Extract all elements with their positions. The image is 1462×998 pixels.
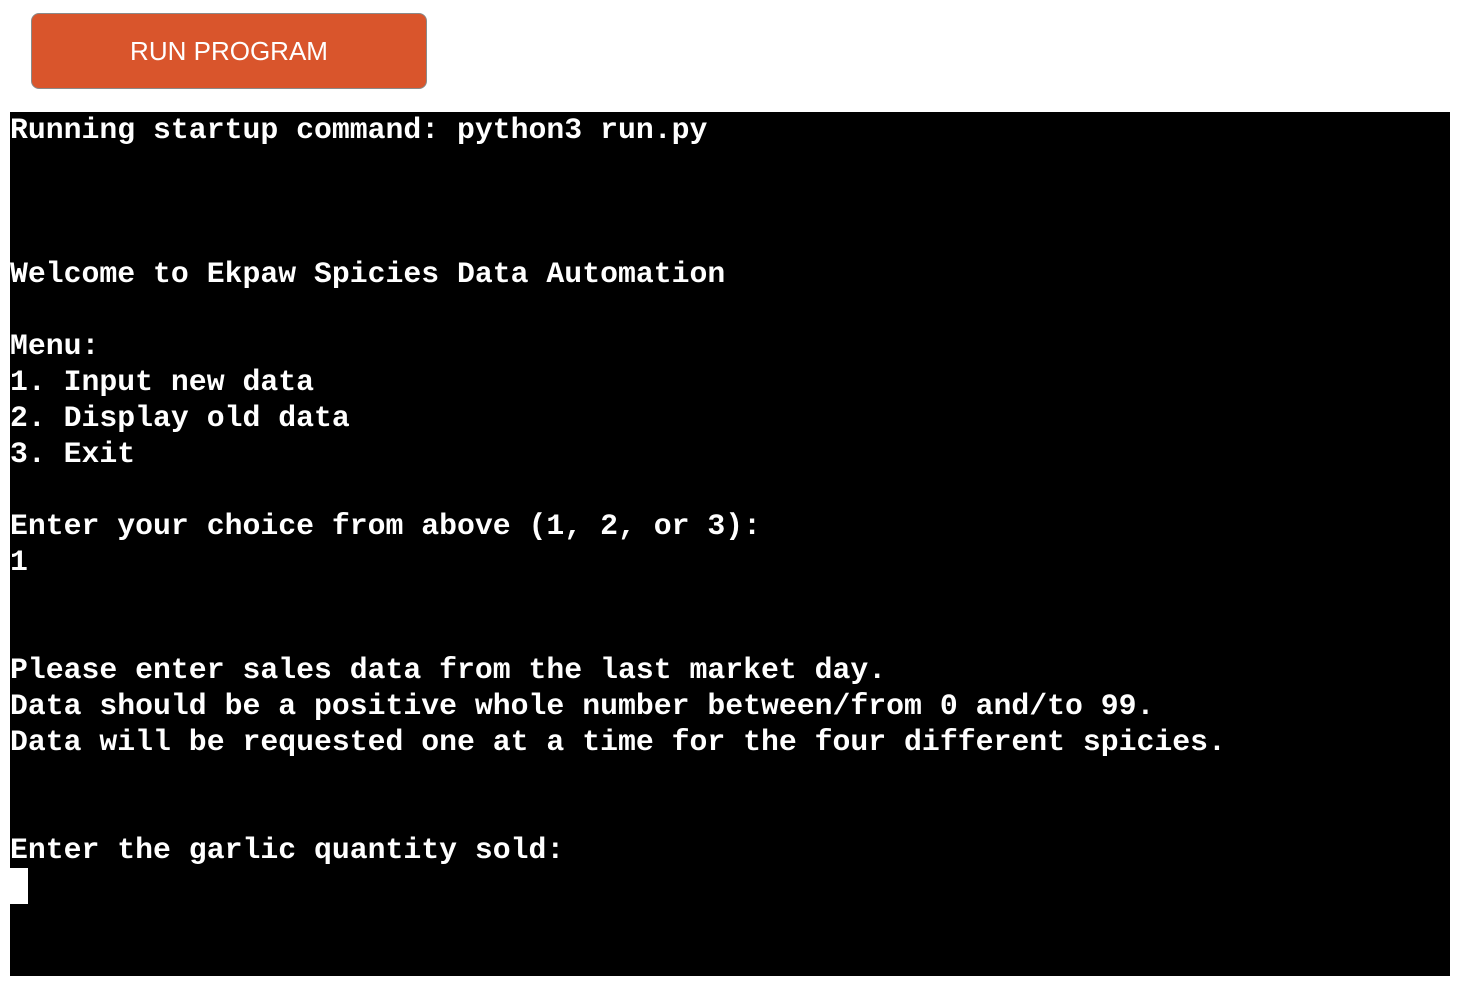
terminal-line: Running startup command: python3 run.py [10,113,708,147]
terminal-line: 3. Exit [10,437,136,471]
terminal-line: Enter the garlic quantity sold: [10,833,565,867]
terminal-line: 1 [10,545,28,579]
terminal[interactable]: Running startup command: python3 run.py … [10,112,1450,976]
terminal-line: Welcome to Ekpaw Spicies Data Automation [10,257,726,291]
terminal-line: 2. Display old data [10,401,350,435]
terminal-line: Data will be requested one at a time for… [10,725,1226,759]
terminal-cursor[interactable] [10,868,28,904]
terminal-line: Enter your choice from above (1, 2, or 3… [10,509,762,543]
terminal-line: Data should be a positive whole number b… [10,689,1155,723]
terminal-line: Menu: [10,329,100,363]
terminal-line: Please enter sales data from the last ma… [10,653,887,687]
terminal-line: 1. Input new data [10,365,314,399]
run-program-button[interactable]: RUN PROGRAM [31,13,427,89]
